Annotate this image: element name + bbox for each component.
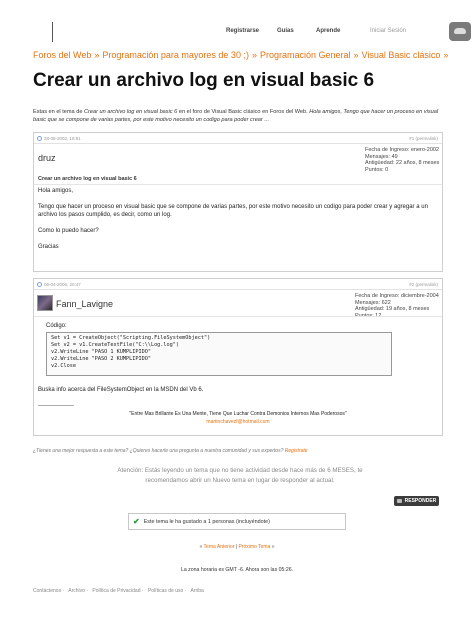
user-join-date: Fecha de Ingreso: enero-2002 bbox=[365, 147, 439, 153]
timezone-note: La zona horaria es GMT -6. Ahora son las… bbox=[180, 567, 294, 573]
page-title: Crear un archivo log en visual basic 6 bbox=[33, 70, 375, 91]
better-answer-text: ¿Tienes una mejor respuesta a este tema?… bbox=[33, 448, 284, 454]
post-paragraph: Buska info acerca del FileSystemObject e… bbox=[38, 387, 204, 393]
footer-terms-link[interactable]: Políticas de uso bbox=[148, 588, 183, 594]
better-answer-prompt: ¿Tienes una mejor respuesta a este tema?… bbox=[33, 448, 308, 454]
breadcrumb-separator: » bbox=[353, 50, 359, 60]
user-age: Antigüedad: 19 años, 8 meses bbox=[355, 306, 430, 312]
post-body: Hola amigos, Tengo que hacer un proceso … bbox=[38, 187, 438, 251]
register-link[interactable]: Registrate bbox=[285, 448, 308, 454]
post-header: 06-04-2006, 20:47 #2 (permalink) bbox=[34, 279, 442, 290]
pager-prev-arrow: « bbox=[199, 544, 203, 550]
top-bar: Registrarse Guías Aprende Iniciar Sesión bbox=[0, 0, 474, 42]
divider bbox=[34, 316, 442, 317]
footer-separator: · bbox=[184, 588, 187, 594]
intro-middle: en el foro de Visual Basic clásico en Fo… bbox=[178, 109, 308, 115]
breadcrumb-separator: » bbox=[94, 50, 100, 60]
permalink[interactable]: #1 (permalink) bbox=[409, 136, 438, 141]
breadcrumb-separator: » bbox=[443, 50, 449, 60]
clock-icon bbox=[37, 282, 42, 287]
post-subject: Crear un archivo log en visual basic 6 bbox=[38, 176, 137, 182]
post-body: Buska info acerca del FileSystemObject e… bbox=[38, 386, 438, 410]
avatar[interactable] bbox=[37, 295, 53, 311]
user-age: Antigüedad: 22 años, 8 meses bbox=[365, 160, 440, 166]
footer-top-link[interactable]: Arriba bbox=[190, 588, 203, 594]
topic-intro: Estas en el tema de Crear un archivo log… bbox=[33, 108, 443, 124]
post-paragraph: Tengo que hacer un proceso en visual bas… bbox=[38, 204, 428, 218]
post-header: 28-08-2002, 18:51 #1 (permalink) bbox=[34, 133, 442, 144]
pencil-icon bbox=[396, 499, 402, 503]
permalink[interactable]: #2 (permalink) bbox=[409, 282, 438, 287]
post-paragraph: Como lo puedo hacer? bbox=[38, 228, 99, 234]
footer-contact-link[interactable]: Contáctenos bbox=[33, 588, 61, 594]
footer-privacy-link[interactable]: Política de Privacidad bbox=[92, 588, 140, 594]
nav-register-link[interactable]: Registrarse bbox=[226, 28, 259, 34]
intro-topic: Crear un archivo log en visual basic 6 bbox=[84, 109, 178, 115]
pager-next-arrow: » bbox=[271, 544, 275, 550]
reply-button-label: RESPONDER bbox=[404, 498, 437, 504]
post-date: 06-04-2006, 20:47 bbox=[44, 282, 81, 287]
clock-icon bbox=[37, 136, 42, 141]
post-paragraph: Gracias bbox=[38, 244, 59, 250]
divider bbox=[34, 184, 442, 185]
reply-button[interactable]: RESPONDER bbox=[394, 496, 439, 506]
breadcrumb-item-vb-clasico[interactable]: Visual Basic clásico bbox=[362, 50, 441, 60]
breadcrumb: Foros del Web» Programación para mayores … bbox=[33, 50, 451, 60]
footer: Contáctenos · Archivo · Política de Priv… bbox=[33, 588, 204, 594]
cloud-icon[interactable] bbox=[449, 22, 471, 41]
nav-guides-link[interactable]: Guías bbox=[277, 28, 294, 34]
nav-learn-link[interactable]: Aprende bbox=[316, 28, 340, 34]
breadcrumb-separator: » bbox=[251, 50, 257, 60]
likes-box: ✔ Este tema le ha gustado a 1 personas (… bbox=[128, 513, 346, 530]
code-label: Código: bbox=[46, 323, 67, 329]
signature-email-link[interactable]: martinchavezf@hotmail.com bbox=[206, 419, 269, 425]
breadcrumb-item-foros[interactable]: Foros del Web bbox=[33, 50, 91, 60]
post-paragraph: Hola amigos, bbox=[38, 188, 74, 194]
post-date: 28-08-2002, 18:51 bbox=[44, 136, 81, 141]
post-username[interactable]: druz bbox=[38, 153, 56, 163]
signature-quote: "Entre Mas Brillante Es Una Mente, Tiene… bbox=[129, 411, 347, 417]
pager-separator: | bbox=[235, 544, 238, 550]
post-2: 06-04-2006, 20:47 #2 (permalink) Fann_La… bbox=[33, 278, 443, 436]
post-1: 28-08-2002, 18:51 #1 (permalink) druz Fe… bbox=[33, 132, 443, 272]
logo-divider bbox=[52, 22, 53, 42]
post-username[interactable]: Fann_Lavigne bbox=[56, 299, 113, 309]
footer-archive-link[interactable]: Archivo bbox=[68, 588, 85, 594]
inactive-topic-warning: Atención: Estás leyendo un tema que no t… bbox=[117, 467, 363, 484]
breadcrumb-item-programacion-30[interactable]: Programación para mayores de 30 ;) bbox=[102, 50, 249, 60]
footer-separator: · bbox=[141, 588, 144, 594]
nav-login-link[interactable]: Iniciar Sesión bbox=[370, 28, 406, 34]
user-join-date: Fecha de Ingreso: diciembre-2004 bbox=[355, 293, 439, 299]
user-points: Puntos: 0 bbox=[365, 166, 389, 173]
code-block[interactable]: Set v1 = CreateObject("Scripting.FileSys… bbox=[46, 332, 392, 376]
next-topic-link[interactable]: Próximo Tema bbox=[239, 544, 271, 550]
topic-pager: « Tema Anterior | Próximo Tema » bbox=[0, 544, 474, 550]
breadcrumb-item-programacion-general[interactable]: Programación General bbox=[260, 50, 351, 60]
footer-separator: · bbox=[62, 588, 65, 594]
footer-separator: · bbox=[86, 588, 89, 594]
signature-divider: ------------------ bbox=[38, 403, 74, 409]
likes-text: Este tema le ha gustado a 1 personas (in… bbox=[143, 518, 270, 525]
check-icon: ✔ bbox=[133, 517, 140, 526]
intro-prefix: Estas en el tema de bbox=[33, 109, 83, 115]
previous-topic-link[interactable]: Tema Anterior bbox=[204, 544, 235, 550]
user-info: Fecha de Ingreso: enero-2002 Mensajes: 4… bbox=[365, 147, 439, 173]
signature: "Entre Mas Brillante Es Una Mente, Tiene… bbox=[34, 411, 442, 426]
